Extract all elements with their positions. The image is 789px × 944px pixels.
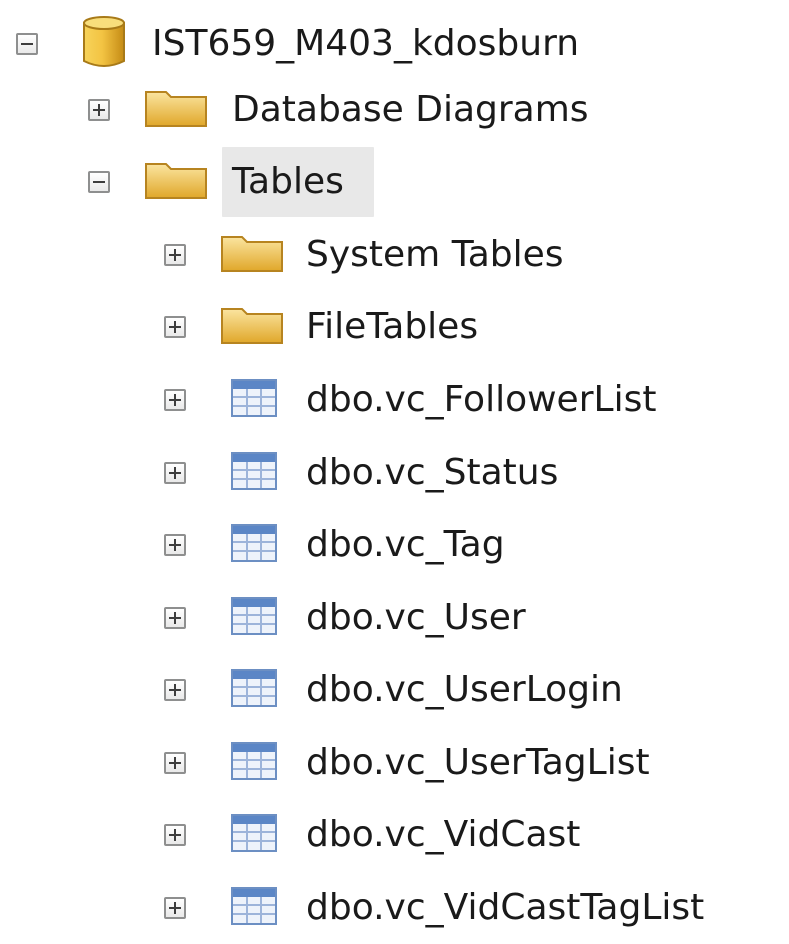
table-icon <box>230 378 278 422</box>
tree-node-label: System Tables <box>306 234 564 275</box>
expand-toggle-icon[interactable] <box>164 462 186 484</box>
tree-node-label: dbo.vc_Status <box>306 452 559 493</box>
tree-node-label: IST659_M403_kdosburn <box>152 23 580 64</box>
tree-node-table[interactable]: dbo.vc_UserLogin <box>0 654 789 726</box>
table-icon <box>230 523 278 567</box>
table-icon <box>230 741 278 785</box>
expand-toggle-icon[interactable] <box>164 752 186 774</box>
table-icon <box>230 451 278 495</box>
tree-node-label: dbo.vc_UserLogin <box>306 669 623 710</box>
tree-node-label: Database Diagrams <box>232 89 589 130</box>
folder-icon <box>144 158 210 206</box>
tree-node-database-diagrams[interactable]: Database Diagrams <box>0 74 789 146</box>
tree-node-table[interactable]: dbo.vc_FollowerList <box>0 364 789 436</box>
expand-toggle-icon[interactable] <box>164 244 186 266</box>
folder-icon <box>220 231 286 279</box>
table-icon <box>230 886 278 930</box>
table-icon <box>230 596 278 640</box>
tree-node-system-tables[interactable]: System Tables <box>0 219 789 291</box>
tree-node-file-tables[interactable]: FileTables <box>0 291 789 363</box>
expand-toggle-icon[interactable] <box>164 607 186 629</box>
expand-toggle-icon[interactable] <box>164 534 186 556</box>
expand-toggle-icon[interactable] <box>164 824 186 846</box>
database-icon <box>78 13 130 75</box>
folder-icon <box>220 303 286 351</box>
table-icon <box>230 813 278 857</box>
tree-node-table[interactable]: dbo.vc_VidCastTagList <box>0 872 789 944</box>
collapse-toggle-icon[interactable] <box>16 33 38 55</box>
tree-node-table[interactable]: dbo.vc_Tag <box>0 509 789 581</box>
tree-node-label: dbo.vc_Tag <box>306 524 505 565</box>
table-icon <box>230 668 278 712</box>
tree-node-tables[interactable]: Tables <box>0 146 789 218</box>
tree-node-label: FileTables <box>306 306 479 347</box>
tree-node-table[interactable]: dbo.vc_User <box>0 582 789 654</box>
tree-node-label: Tables <box>232 161 344 202</box>
expand-toggle-icon[interactable] <box>88 99 110 121</box>
tree-node-database[interactable]: IST659_M403_kdosburn <box>0 8 789 80</box>
tree-node-table[interactable]: dbo.vc_VidCast <box>0 799 789 871</box>
expand-toggle-icon[interactable] <box>164 679 186 701</box>
collapse-toggle-icon[interactable] <box>88 171 110 193</box>
expand-toggle-icon[interactable] <box>164 389 186 411</box>
folder-icon <box>144 86 210 134</box>
tree-node-label: dbo.vc_FollowerList <box>306 379 657 420</box>
tree-node-label: dbo.vc_VidCastTagList <box>306 887 705 928</box>
expand-toggle-icon[interactable] <box>164 316 186 338</box>
tree-node-table[interactable]: dbo.vc_Status <box>0 437 789 509</box>
tree-node-label: dbo.vc_UserTagList <box>306 742 650 783</box>
object-explorer-tree: IST659_M403_kdosburn Database Diagrams T… <box>0 0 789 926</box>
tree-node-label: dbo.vc_User <box>306 597 526 638</box>
expand-toggle-icon[interactable] <box>164 897 186 919</box>
tree-node-label: dbo.vc_VidCast <box>306 814 581 855</box>
tree-node-table[interactable]: dbo.vc_UserTagList <box>0 727 789 799</box>
